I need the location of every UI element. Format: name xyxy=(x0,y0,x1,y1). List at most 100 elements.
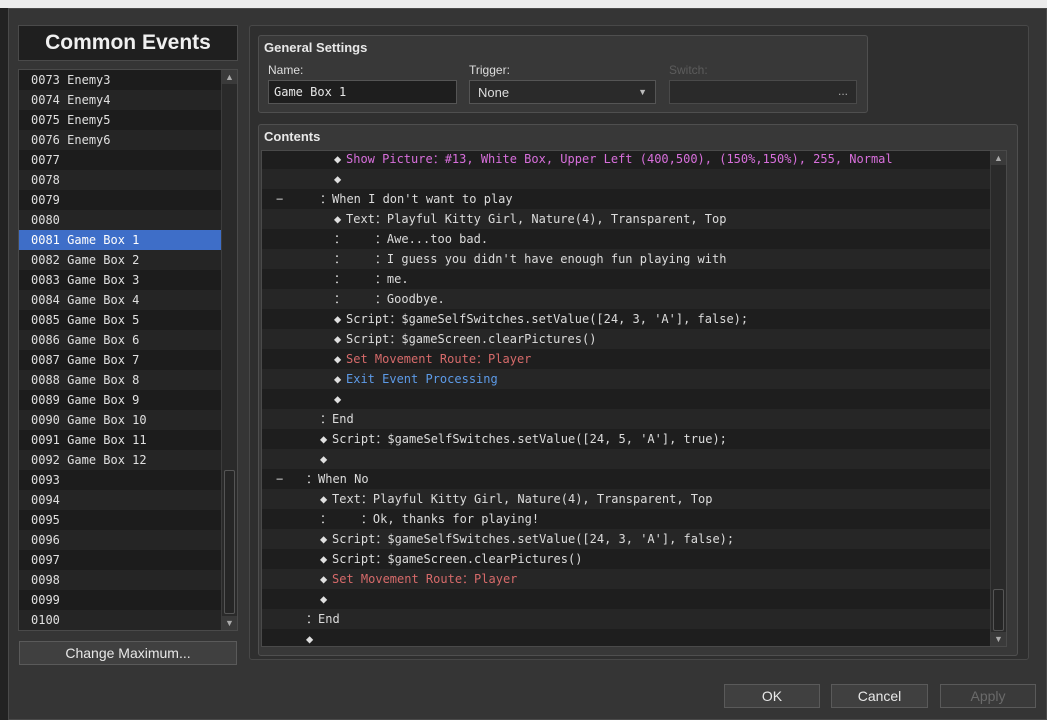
command-row[interactable]: ◆ xyxy=(262,449,992,469)
event-id: 0086 xyxy=(31,333,60,347)
event-name: Game Box 8 xyxy=(67,373,140,387)
event-list-item[interactable]: 0097 xyxy=(19,550,221,570)
event-list-item[interactable]: 0099 xyxy=(19,590,221,610)
command-row[interactable]: ：End xyxy=(262,609,992,629)
command-row[interactable]: ◆ Script：$gameSelfSwitches.setValue([24, … xyxy=(262,309,992,329)
command-row[interactable]: ： ：Ok, thanks for playing! xyxy=(262,509,992,529)
event-list-item[interactable]: 0094 xyxy=(19,490,221,510)
event-id: 0100 xyxy=(31,613,60,627)
event-id-spacer xyxy=(60,593,67,607)
command-row[interactable]: ： ：I guess you didn't have enough fun pl… xyxy=(262,249,992,269)
collapse-toggle-icon[interactable]: − xyxy=(276,189,283,209)
command-row[interactable]: ：End xyxy=(262,409,992,429)
event-name: Enemy5 xyxy=(67,113,111,127)
event-id-spacer xyxy=(60,613,67,627)
command-text: Script：$gameSelfSwitches.setValue([24, 3… xyxy=(332,532,735,546)
event-list-item[interactable]: 0086 Game Box 6 xyxy=(19,330,221,350)
event-list[interactable]: 0073 Enemy3 0074 Enemy4 0075 Enemy5 0076 En… xyxy=(18,69,238,631)
command-row[interactable]: − ：When No xyxy=(262,469,992,489)
command-row[interactable]: ◆ xyxy=(262,589,992,609)
event-list-item[interactable]: 0075 Enemy5 xyxy=(19,110,221,130)
command-row[interactable]: ◆ Set Movement Route：Player xyxy=(262,569,992,589)
command-text: ： ：I guess you didn't have enough fun pl… xyxy=(334,252,727,266)
command-diamond-icon: ◆ xyxy=(334,372,342,386)
event-id-spacer xyxy=(60,493,67,507)
event-list-item[interactable]: 0073 Enemy3 xyxy=(19,70,221,90)
event-list-item[interactable]: 0088 Game Box 8 xyxy=(19,370,221,390)
contents-title: Contents xyxy=(264,129,321,144)
scrollbar-thumb[interactable] xyxy=(993,589,1004,631)
event-list-item[interactable]: 0076 Enemy6 xyxy=(19,130,221,150)
event-list-item[interactable]: 0095 xyxy=(19,510,221,530)
command-row[interactable]: ： ：Goodbye. xyxy=(262,289,992,309)
event-id: 0099 xyxy=(31,593,60,607)
event-list-item[interactable]: 0074 Enemy4 xyxy=(19,90,221,110)
command-row[interactable]: ◆ Exit Event Processing xyxy=(262,369,992,389)
event-name: Enemy6 xyxy=(67,133,111,147)
event-list-item[interactable]: 0083 Game Box 3 xyxy=(19,270,221,290)
event-id-spacer xyxy=(60,553,67,567)
command-row[interactable]: ◆ Text：Playful Kitty Girl, Nature(4), Tra… xyxy=(262,209,992,229)
event-id-spacer xyxy=(60,473,67,487)
command-row[interactable]: ◆ xyxy=(262,629,992,646)
command-text: Script：$gameSelfSwitches.setValue([24, 3… xyxy=(346,312,749,326)
command-row[interactable]: ◆ Text：Playful Kitty Girl, Nature(4), Tra… xyxy=(262,489,992,509)
command-row[interactable]: ◆ Show Picture：#13, White Box, Upper Left… xyxy=(262,151,992,169)
event-id: 0073 xyxy=(31,73,60,87)
event-list-item[interactable]: 0092 Game Box 12 xyxy=(19,450,221,470)
event-list-scrollbar[interactable]: ▲ ▼ xyxy=(221,70,237,630)
event-id-spacer xyxy=(60,153,67,167)
command-row[interactable]: ◆ Set Movement Route：Player xyxy=(262,349,992,369)
event-id-spacer xyxy=(60,573,67,587)
event-list-item[interactable]: 0093 xyxy=(19,470,221,490)
event-list-item[interactable]: 0096 xyxy=(19,530,221,550)
contents-scrollbar[interactable]: ▲ ▼ xyxy=(990,151,1006,646)
event-list-item[interactable]: 0090 Game Box 10 xyxy=(19,410,221,430)
command-row[interactable]: ◆ xyxy=(262,389,992,409)
command-row[interactable]: − ：When I don't want to play xyxy=(262,189,992,209)
event-name: Enemy4 xyxy=(67,93,111,107)
event-list-item[interactable]: 0080 xyxy=(19,210,221,230)
collapse-toggle-icon[interactable]: − xyxy=(276,469,283,489)
scroll-up-icon[interactable]: ▲ xyxy=(991,151,1006,165)
event-id: 0091 xyxy=(31,433,60,447)
command-row[interactable]: ◆ Script：$gameSelfSwitches.setValue([24, … xyxy=(262,429,992,449)
event-name: Game Box 2 xyxy=(67,253,140,267)
trigger-select[interactable]: None ▼ xyxy=(469,80,656,104)
command-diamond-icon: ◆ xyxy=(320,552,328,566)
command-row[interactable]: ◆ Script：$gameSelfSwitches.setValue([24, … xyxy=(262,529,992,549)
event-list-item[interactable]: 0077 xyxy=(19,150,221,170)
command-diamond-icon: ◆ xyxy=(334,332,342,346)
scroll-up-icon[interactable]: ▲ xyxy=(222,70,237,84)
event-list-item[interactable]: 0079 xyxy=(19,190,221,210)
event-name: Game Box 4 xyxy=(67,293,140,307)
event-list-item[interactable]: 0078 xyxy=(19,170,221,190)
event-list-item[interactable]: 0081 Game Box 1 xyxy=(19,230,221,250)
command-row[interactable]: ： ：me. xyxy=(262,269,992,289)
event-name: Game Box 6 xyxy=(67,333,140,347)
scrollbar-thumb[interactable] xyxy=(224,470,235,614)
event-list-item[interactable]: 0089 Game Box 9 xyxy=(19,390,221,410)
event-list-item[interactable]: 0100 xyxy=(19,610,221,630)
event-list-item[interactable]: 0085 Game Box 5 xyxy=(19,310,221,330)
scroll-down-icon[interactable]: ▼ xyxy=(991,632,1006,646)
command-row[interactable]: ◆ Script：$gameScreen.clearPictures() xyxy=(262,549,992,569)
event-name: Game Box 9 xyxy=(67,393,140,407)
name-input[interactable]: Game Box 1 xyxy=(268,80,457,104)
command-row[interactable]: ◆ Script：$gameScreen.clearPictures() xyxy=(262,329,992,349)
command-text: Script：$gameSelfSwitches.setValue([24, 5… xyxy=(332,432,727,446)
event-list-item[interactable]: 0091 Game Box 11 xyxy=(19,430,221,450)
event-list-item[interactable]: 0084 Game Box 4 xyxy=(19,290,221,310)
command-row[interactable]: ： ：Awe...too bad. xyxy=(262,229,992,249)
ok-button[interactable]: OK xyxy=(724,684,820,708)
change-maximum-button[interactable]: Change Maximum... xyxy=(19,641,237,665)
event-list-item[interactable]: 0098 xyxy=(19,570,221,590)
cancel-button[interactable]: Cancel xyxy=(831,684,928,708)
event-list-item[interactable]: 0082 Game Box 2 xyxy=(19,250,221,270)
command-diamond-icon: ◆ xyxy=(320,532,328,546)
command-row[interactable]: ◆ xyxy=(262,169,992,189)
event-id-spacer xyxy=(60,533,67,547)
scroll-down-icon[interactable]: ▼ xyxy=(222,616,237,630)
event-command-list[interactable]: ◆ Show Picture：#13, White Box, Upper Left… xyxy=(261,150,1007,647)
event-list-item[interactable]: 0087 Game Box 7 xyxy=(19,350,221,370)
